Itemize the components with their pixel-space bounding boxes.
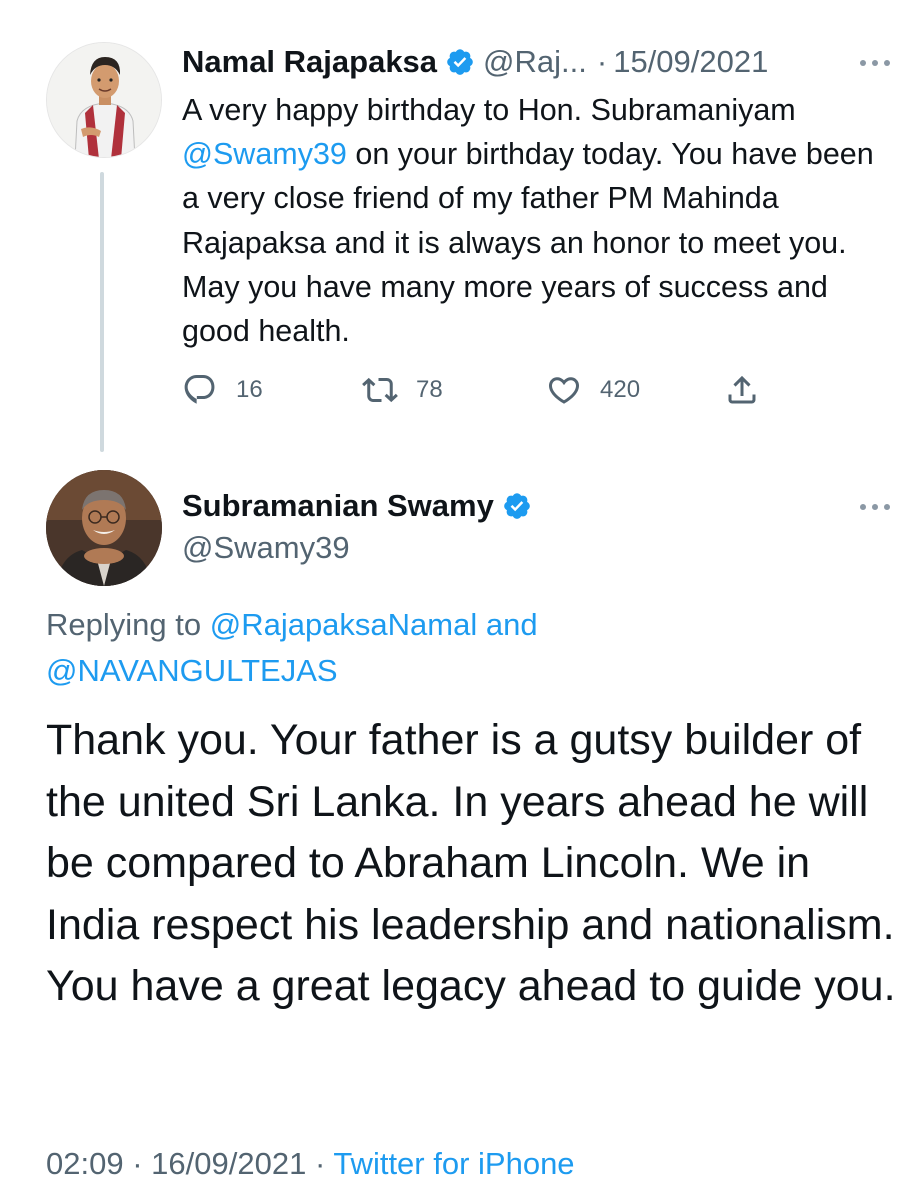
parent-tweet-text: A very happy birthday to Hon. Subramaniy…: [182, 88, 894, 353]
parent-date[interactable]: 15/09/2021: [613, 44, 768, 80]
reply-action[interactable]: 16: [182, 368, 263, 412]
like-action[interactable]: 420: [546, 368, 640, 412]
more-icon[interactable]: [856, 496, 896, 516]
reply-tweet-text: Thank you. Your father is a gutsy builde…: [46, 716, 896, 1010]
namal-avatar[interactable]: [46, 42, 162, 158]
parent-text-line1: A very happy birthday to Hon. Subramaniy…: [182, 93, 796, 127]
parent-handle[interactable]: @Raj...: [483, 44, 587, 80]
verified-badge-icon: [445, 47, 475, 77]
tweet-actions: 16 78 420: [182, 368, 782, 412]
swamy-avatar[interactable]: [46, 470, 162, 586]
reply-handle[interactable]: @Swamy39: [182, 530, 350, 566]
meta-separator: ·: [314, 1146, 326, 1181]
tweet-footer: 02:09 · 16/09/2021 · Twitter for iPhone: [46, 1146, 575, 1182]
replying-prefix: Replying to: [46, 607, 210, 642]
mention-link-rajapaksanamal[interactable]: @RajapaksaNamal: [210, 607, 478, 642]
like-icon: [548, 377, 580, 404]
mention-link[interactable]: @Swamy39: [182, 137, 347, 171]
profile-photo-image: [46, 470, 162, 586]
reply-icon: [184, 375, 215, 404]
parent-tweet-header: Namal Rajapaksa @Raj... · 15/09/2021: [182, 42, 768, 82]
verified-badge-icon: [502, 491, 532, 521]
reply-author-header: Subramanian Swamy: [182, 486, 540, 526]
meta-separator: ·: [596, 44, 608, 79]
cartoon-avatar-image: [47, 43, 161, 157]
more-icon[interactable]: [856, 52, 896, 72]
retweet-icon: [362, 377, 398, 403]
reply-count: 16: [236, 376, 263, 403]
like-count: 420: [600, 376, 641, 403]
thread-connector-line: [100, 172, 104, 452]
meta-separator: ·: [132, 1146, 143, 1181]
replying-and: and: [477, 607, 538, 642]
tweet-source-link[interactable]: Twitter for iPhone: [333, 1146, 574, 1181]
retweet-count: 78: [416, 376, 443, 403]
reply-time[interactable]: 02:09: [46, 1146, 124, 1181]
share-icon: [728, 375, 756, 404]
mention-link-navangultejas[interactable]: @NAVANGULTEJAS: [46, 653, 338, 688]
replying-to: Replying to @RajapaksaNamal and @NAVANGU…: [46, 602, 886, 694]
parent-tweet: Namal Rajapaksa @Raj... · 15/09/2021 A v…: [0, 0, 907, 470]
parent-author-name[interactable]: Namal Rajapaksa: [182, 44, 437, 80]
reply-author-name[interactable]: Subramanian Swamy: [182, 488, 494, 524]
reply-date[interactable]: 16/09/2021: [151, 1146, 306, 1181]
share-action[interactable]: [724, 368, 760, 412]
retweet-action[interactable]: 78: [362, 368, 443, 412]
